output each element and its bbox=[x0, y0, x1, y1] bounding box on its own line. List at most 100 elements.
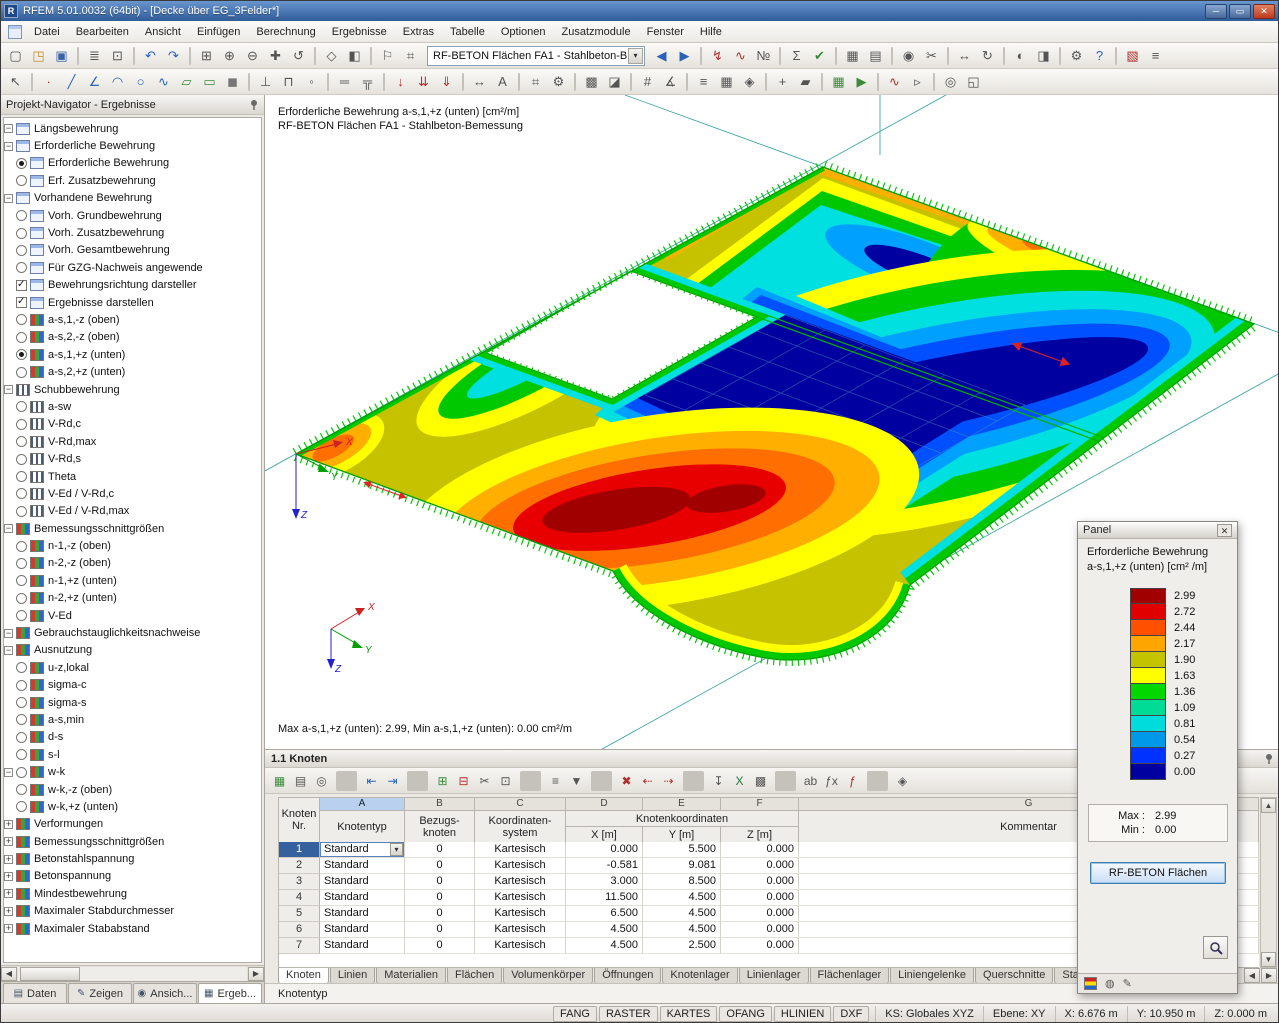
tree-expander-icon[interactable] bbox=[4, 124, 13, 133]
filter-brush-icon[interactable]: ✎ bbox=[1123, 977, 1132, 990]
language-icon[interactable]: ⚐ bbox=[376, 45, 399, 67]
toolbar-separator[interactable] bbox=[835, 47, 837, 65]
scrollbar-track[interactable] bbox=[18, 967, 247, 981]
cell-z[interactable]: 0.000 bbox=[721, 874, 799, 890]
tree-item[interactable]: Betonspannung bbox=[4, 868, 261, 885]
redo-icon[interactable]: ↷ bbox=[162, 45, 185, 67]
tree-item[interactable]: Theta bbox=[4, 468, 261, 485]
column-letter-c[interactable]: C bbox=[475, 798, 566, 811]
delete-all-icon[interactable]: ✖ bbox=[616, 771, 637, 791]
measure-icon[interactable]: ∡ bbox=[659, 71, 682, 93]
render-mode-icon[interactable]: ◨ bbox=[1032, 45, 1055, 67]
tree-option-control[interactable] bbox=[16, 228, 27, 239]
cell-y[interactable]: 9.081 bbox=[643, 858, 721, 874]
navigator-hscrollbar[interactable]: ◀ ▶ bbox=[1, 965, 264, 981]
background-icon[interactable]: ◐ bbox=[1009, 45, 1032, 67]
tree-item[interactable]: Maximaler Stabdurchmesser bbox=[4, 903, 261, 920]
tree-item[interactable]: Schubbewehrung bbox=[4, 381, 261, 398]
row-header[interactable]: 1 bbox=[279, 842, 320, 858]
visibility-icon[interactable]: ◉ bbox=[897, 45, 920, 67]
cell-y[interactable]: 8.500 bbox=[643, 874, 721, 890]
cell-bezugsknoten[interactable]: 0 bbox=[405, 922, 475, 938]
toolbar-separator[interactable] bbox=[462, 73, 464, 91]
tree-expander-icon[interactable] bbox=[4, 837, 13, 846]
toolbar-separator[interactable] bbox=[867, 771, 888, 791]
menu-item[interactable]: Ansicht bbox=[137, 23, 189, 41]
cell-bezugsknoten[interactable]: 0 bbox=[405, 890, 475, 906]
menu-item[interactable]: Berechnung bbox=[248, 23, 323, 41]
column-letter-d[interactable]: D bbox=[566, 798, 643, 811]
member-icon[interactable]: ═ bbox=[333, 71, 356, 93]
tree-item[interactable]: Ausnutzung bbox=[4, 642, 261, 659]
cut-icon[interactable]: ✂ bbox=[474, 771, 495, 791]
result-values-icon[interactable]: № bbox=[752, 45, 775, 67]
snap-icon[interactable]: ◈ bbox=[738, 71, 761, 93]
zoom-out-icon[interactable]: ⊖ bbox=[241, 45, 264, 67]
cell-bezugsknoten[interactable]: 0 bbox=[405, 938, 475, 954]
menu-item[interactable]: Extras bbox=[395, 23, 442, 41]
snap-toggle[interactable]: RASTER bbox=[599, 1006, 658, 1022]
jump-end-icon[interactable]: ⇥ bbox=[382, 771, 403, 791]
toolbar-separator[interactable] bbox=[327, 73, 329, 91]
table-tab[interactable]: Öffnungen bbox=[594, 968, 661, 984]
toolbar-separator[interactable] bbox=[574, 73, 576, 91]
tree-item[interactable]: V-Rd,max bbox=[4, 433, 261, 450]
insert-surface-icon[interactable]: ▱ bbox=[175, 71, 198, 93]
line-support-icon[interactable]: ⊓ bbox=[277, 71, 300, 93]
tree-item[interactable]: sigma-c bbox=[4, 677, 261, 694]
tree-option-control[interactable] bbox=[16, 158, 27, 169]
insert-arc-icon[interactable]: ◠ bbox=[106, 71, 129, 93]
cell-koordinatensystem[interactable]: Kartesisch bbox=[475, 842, 566, 858]
scroll-up-icon[interactable]: ▲ bbox=[1261, 798, 1276, 813]
function-icon[interactable]: ƒx bbox=[821, 771, 842, 791]
pan-view-icon[interactable]: ✚ bbox=[264, 45, 287, 67]
tree-option-control[interactable] bbox=[16, 419, 27, 430]
cell-bezugsknoten[interactable]: 0 bbox=[405, 842, 475, 858]
row-header[interactable]: 7 bbox=[279, 938, 320, 954]
tree-item[interactable]: d-s bbox=[4, 729, 261, 746]
table-vscrollbar[interactable]: ▲ ▼ bbox=[1260, 797, 1277, 968]
cell-z[interactable]: 0.000 bbox=[721, 922, 799, 938]
clipping-plane-icon[interactable]: ✂ bbox=[920, 45, 943, 67]
tree-item[interactable]: V-Rd,c bbox=[4, 416, 261, 433]
line-hinge-icon[interactable]: ◦ bbox=[300, 71, 323, 93]
tree-item[interactable]: a-s,1,+z (unten) bbox=[4, 346, 261, 363]
tree-item[interactable]: Maximaler Stababstand bbox=[4, 920, 261, 937]
tab-scroll-right-icon[interactable]: ▶ bbox=[1261, 968, 1277, 983]
tree-item[interactable]: Vorhandene Bewehrung bbox=[4, 190, 261, 207]
cell-x[interactable]: 4.500 bbox=[566, 922, 643, 938]
tree-item[interactable]: Erforderliche Bewehrung bbox=[4, 137, 261, 154]
cell-z[interactable]: 0.000 bbox=[721, 938, 799, 954]
cell-koordinatensystem[interactable]: Kartesisch bbox=[475, 938, 566, 954]
excel-export-icon[interactable]: X bbox=[729, 771, 750, 791]
result-diagram-icon[interactable]: ∿ bbox=[883, 71, 906, 93]
tree-item[interactable]: a-s,1,-z (oben) bbox=[4, 311, 261, 328]
check-icon[interactable]: ✔ bbox=[808, 45, 831, 67]
toolbar-separator[interactable] bbox=[700, 47, 702, 65]
table-settings-icon[interactable]: ▩ bbox=[750, 771, 771, 791]
view-direction-icon[interactable]: ◧ bbox=[343, 45, 366, 67]
tree-option-control[interactable] bbox=[16, 749, 27, 760]
toolbar-separator[interactable] bbox=[31, 73, 33, 91]
toolbar-separator[interactable] bbox=[336, 771, 357, 791]
tree-item[interactable]: Vorh. Grundbewehrung bbox=[4, 207, 261, 224]
table-tab[interactable]: Materialien bbox=[376, 968, 446, 984]
toolbar-separator[interactable] bbox=[518, 73, 520, 91]
help-icon[interactable]: ? bbox=[1088, 45, 1111, 67]
full-screen-icon[interactable]: ◱ bbox=[962, 71, 985, 93]
tree-item[interactable]: Erf. Zusatzbewehrung bbox=[4, 172, 261, 189]
cell-z[interactable]: 0.000 bbox=[721, 858, 799, 874]
tree-option-control[interactable] bbox=[16, 175, 27, 186]
cell-koordinatensystem[interactable]: Kartesisch bbox=[475, 858, 566, 874]
insert-polyline-icon[interactable]: ∠ bbox=[83, 71, 106, 93]
nodal-load-icon[interactable]: ↓ bbox=[389, 71, 412, 93]
toolbar-separator[interactable] bbox=[407, 771, 428, 791]
toolbar-separator[interactable] bbox=[314, 47, 316, 65]
tree-item[interactable]: Erforderliche Bewehrung bbox=[4, 155, 261, 172]
cell-z[interactable]: 0.000 bbox=[721, 842, 799, 858]
tree-option-control[interactable] bbox=[16, 210, 27, 221]
tree-item[interactable]: Für GZG-Nachweis angewende bbox=[4, 259, 261, 276]
menu-item[interactable]: Bearbeiten bbox=[68, 23, 137, 41]
tree-item[interactable]: n-2,+z (unten) bbox=[4, 590, 261, 607]
tree-option-control[interactable] bbox=[16, 314, 27, 325]
